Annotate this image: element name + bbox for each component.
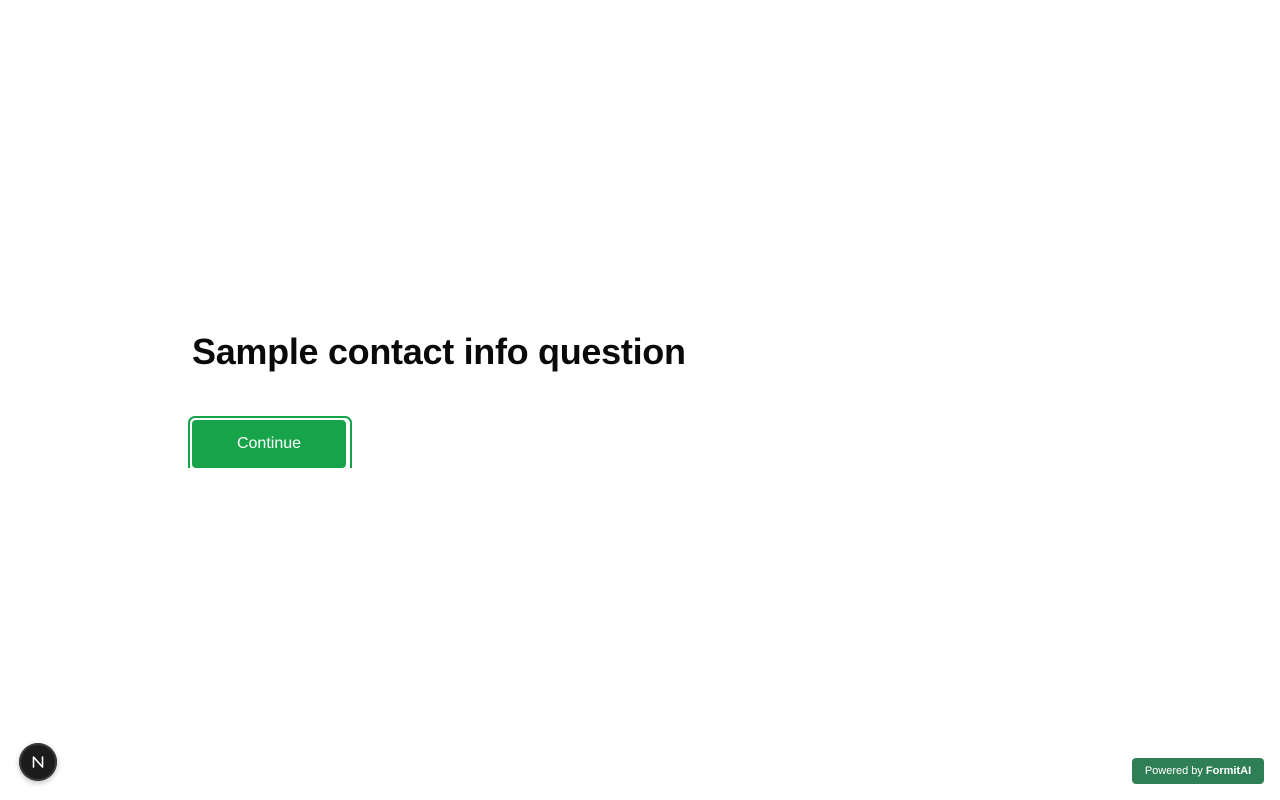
continue-button[interactable]: Continue <box>192 420 346 468</box>
continue-focus-ring: Continue <box>188 416 352 468</box>
n-letter-icon <box>32 756 44 768</box>
dev-indicator-button[interactable] <box>19 743 57 781</box>
powered-by-prefix: Powered by <box>1144 765 1203 777</box>
question-block: Sample contact info question <box>192 330 686 374</box>
question-title: Sample contact info question <box>192 331 686 372</box>
powered-by-brand: FormitAI <box>1205 765 1252 777</box>
powered-by-badge[interactable]: Powered by FormitAI <box>1132 758 1264 784</box>
